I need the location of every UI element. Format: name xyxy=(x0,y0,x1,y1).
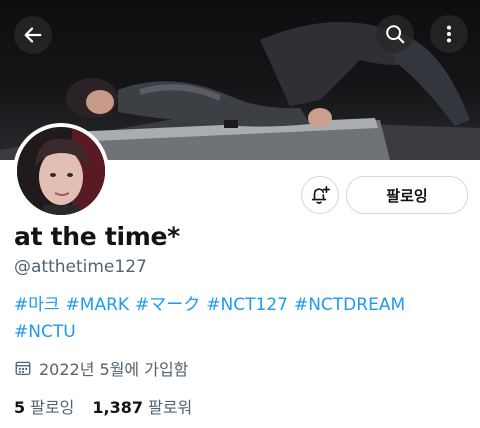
display-name: at the time* xyxy=(14,222,180,251)
calendar-icon xyxy=(15,361,31,376)
notification-button[interactable] xyxy=(301,176,339,214)
following-stat[interactable]: 5 팔로잉 xyxy=(14,394,74,418)
join-date-text: 2022년 5월에 가입함 xyxy=(39,360,189,379)
hashtag-link[interactable]: #NCT127 xyxy=(206,295,288,315)
more-vertical-icon xyxy=(446,25,452,43)
search-icon xyxy=(386,25,405,44)
more-options-button[interactable] xyxy=(430,15,468,53)
hashtag-link[interactable]: #マーク xyxy=(135,295,200,315)
following-count: 5 xyxy=(14,398,26,417)
user-handle: @atthetime127 xyxy=(14,257,147,277)
followers-stat[interactable]: 1,387 팔로워 xyxy=(92,394,192,418)
avatar[interactable] xyxy=(13,123,109,219)
join-date: 2022년 5월에 가입함 xyxy=(14,356,188,380)
hashtag-link[interactable]: #NCTU xyxy=(14,322,76,342)
hashtag-link[interactable]: #NCTDREAM xyxy=(294,295,405,315)
avatar-image xyxy=(17,127,105,215)
profile-bio: #마크 #MARK #マーク #NCT127 #NCTDREAM #NCTU xyxy=(14,292,464,346)
followers-count: 1,387 xyxy=(92,398,144,417)
following-label: 팔로잉 xyxy=(30,398,75,417)
followers-label: 팔로워 xyxy=(148,398,193,417)
bell-plus-icon xyxy=(311,185,330,204)
profile-stats: 5 팔로잉 1,387 팔로워 xyxy=(14,394,192,418)
search-button[interactable] xyxy=(376,15,414,53)
following-button[interactable]: 팔로잉 xyxy=(346,176,468,214)
back-arrow-icon xyxy=(24,27,42,43)
back-button[interactable] xyxy=(14,16,52,54)
hashtag-link[interactable]: #MARK xyxy=(66,295,130,315)
hashtag-link[interactable]: #마크 xyxy=(14,295,60,315)
